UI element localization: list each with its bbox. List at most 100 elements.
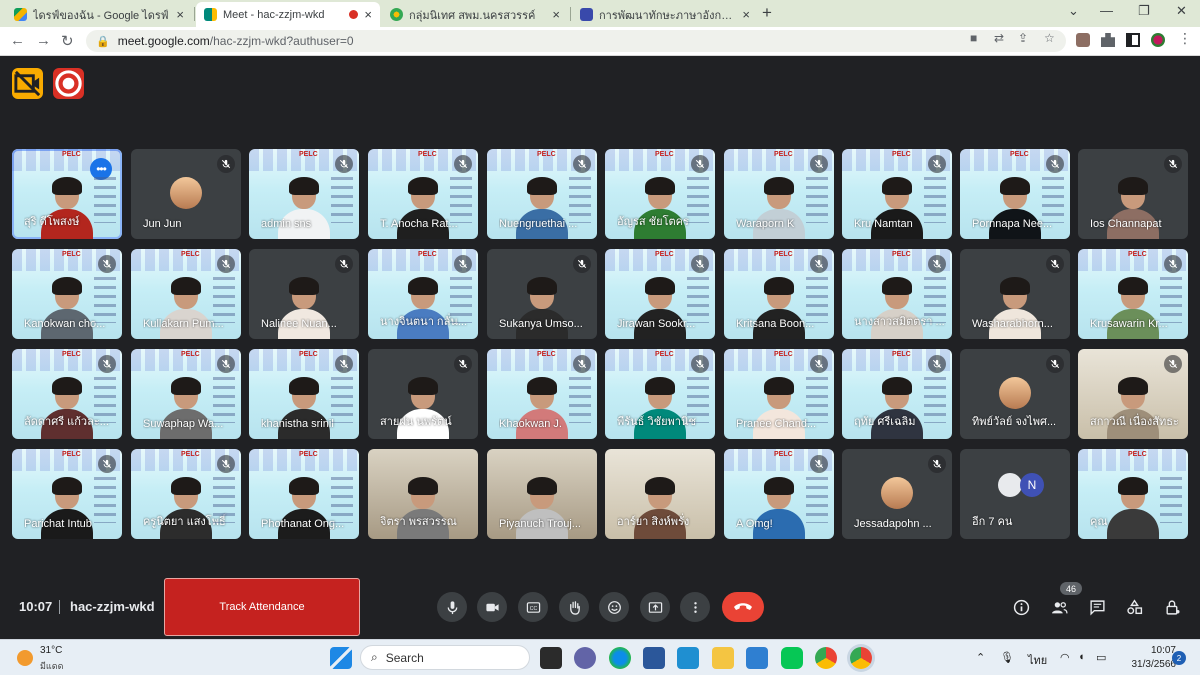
task-view-icon[interactable] — [540, 647, 562, 669]
close-tab-icon[interactable]: × — [742, 7, 750, 22]
participant-tile[interactable]: อาร์ยา สิงห์พรั่ง — [605, 449, 715, 539]
participant-tile[interactable]: PELC Phothanat Ong... — [249, 449, 359, 539]
tab-search-icon[interactable]: ⌄ — [1068, 3, 1079, 19]
participant-tile[interactable]: จิตรา พรสวรรณ — [368, 449, 478, 539]
participant-tile[interactable]: PELC นางสาวสมิตตรา ... — [842, 249, 952, 339]
raise-hand-button[interactable] — [559, 592, 589, 622]
participant-tile[interactable]: Piyanuch Trouj... — [487, 449, 597, 539]
taskbar-search-box[interactable]: ⌕ Search — [360, 645, 530, 670]
tab-google-drive[interactable]: ไดรฟ์ของฉัน - Google ไดรฟ์ × — [6, 2, 192, 27]
camera-button[interactable] — [477, 592, 507, 622]
participant-tile[interactable]: Sukanya Umso... — [487, 249, 597, 339]
wifi-icon[interactable]: ◠ — [1060, 651, 1070, 664]
word-icon[interactable] — [643, 647, 665, 669]
participant-tile[interactable]: PELC Kru Namtan — [842, 149, 952, 239]
tab-english-forms[interactable]: การพัฒนาทักษะภาษาอังกฤษ English × — [572, 2, 758, 27]
close-window-button[interactable]: ✕ — [1176, 3, 1187, 19]
microphone-button[interactable] — [437, 592, 467, 622]
close-tab-icon[interactable]: × — [364, 7, 372, 22]
participant-tile[interactable]: PELC Suwaphap Wa... — [131, 349, 241, 439]
present-screen-button[interactable] — [640, 592, 670, 622]
forward-button[interactable]: → — [36, 32, 51, 49]
participant-tile[interactable]: สายฝน นพรัตน์ — [368, 349, 478, 439]
app-l-icon[interactable] — [677, 647, 699, 669]
taskbar-date[interactable]: 31/3/2566 — [1122, 659, 1177, 670]
minimize-button[interactable]: — — [1100, 3, 1113, 18]
participant-tile[interactable]: Jun Jun — [131, 149, 241, 239]
new-tab-button[interactable]: + — [762, 3, 772, 23]
start-windows-icon[interactable] — [330, 647, 352, 669]
people-button[interactable] — [1050, 598, 1068, 616]
extensions-puzzle-icon[interactable] — [1101, 33, 1115, 47]
participant-tile[interactable]: PELC A Omg! — [724, 449, 834, 539]
participant-tile[interactable]: Washarabhorn... — [960, 249, 1070, 339]
participant-tile[interactable]: PELC Kullakarn Pum... — [131, 249, 241, 339]
host-controls-button[interactable] — [1163, 598, 1181, 616]
recording-indicator-icon[interactable] — [53, 68, 84, 99]
participant-tile[interactable]: Nalinee Nuan... — [249, 249, 359, 339]
participant-tile[interactable]: PELC ••• สุริ ดีโพสงษ์ — [12, 149, 122, 239]
participant-tile[interactable]: PELC Parichat Intub — [12, 449, 122, 539]
activities-button[interactable] — [1125, 598, 1143, 616]
file-explorer-icon[interactable] — [712, 647, 734, 669]
close-tab-icon[interactable]: × — [552, 7, 560, 22]
battery-icon[interactable]: ▭ — [1096, 651, 1106, 664]
tile-options-icon[interactable]: ••• — [90, 158, 112, 180]
lock-icon[interactable]: 🔒 — [96, 35, 110, 48]
sun-weather-icon[interactable] — [17, 650, 33, 666]
participant-tile[interactable]: PELC Nuengruethai ... — [487, 149, 597, 239]
participant-tile[interactable]: PELC T. Anocha Rat... — [368, 149, 478, 239]
weather-temperature[interactable]: 31°C — [40, 645, 62, 656]
weather-description[interactable]: มีแดด — [40, 659, 63, 673]
leave-call-button[interactable] — [722, 592, 764, 622]
emoji-reactions-button[interactable] — [599, 592, 629, 622]
line-app-icon[interactable] — [781, 647, 803, 669]
share-icon[interactable]: ⇪ — [1018, 31, 1028, 45]
extension-icon[interactable] — [1076, 33, 1090, 47]
taskbar-clock[interactable]: 10:07 — [1136, 645, 1176, 656]
close-tab-icon[interactable]: × — [176, 7, 184, 22]
show-hidden-icons-icon[interactable]: ⌃ — [976, 651, 985, 664]
restore-button[interactable]: ❐ — [1138, 3, 1150, 19]
camera-off-indicator-icon[interactable] — [12, 68, 43, 99]
chat-button[interactable] — [1088, 598, 1106, 616]
track-attendance-button[interactable]: Track Attendance — [164, 578, 360, 636]
tab-meet[interactable]: Meet - hac-zzjm-wkd × — [196, 2, 380, 27]
meeting-details-button[interactable] — [1012, 598, 1030, 616]
back-button[interactable]: ← — [10, 32, 25, 49]
participant-tile[interactable]: ทิพย์วัลย์ จงไพศ... — [960, 349, 1070, 439]
participant-tile[interactable]: Jessadapohn ... — [842, 449, 952, 539]
participant-tile[interactable]: PELC คุณ — [1078, 449, 1188, 539]
teams-chat-icon[interactable] — [574, 647, 596, 669]
translate-icon[interactable]: ⇄ — [994, 31, 1004, 45]
participant-tile[interactable]: PELC admin sns — [249, 149, 359, 239]
more-options-button[interactable] — [680, 592, 710, 622]
menu-icon[interactable]: ⋮ — [1178, 30, 1192, 47]
participant-tile[interactable]: สกาวณี เนื่องสัทธะ — [1078, 349, 1188, 439]
participant-tile[interactable]: PELC นางจินตนา กลั่น... — [368, 249, 478, 339]
chrome-active-icon[interactable] — [850, 647, 872, 669]
mail-icon[interactable] — [746, 647, 768, 669]
tab-supervision[interactable]: กลุ่มนิเทศ สพม.นครสวรรค์ × — [382, 2, 568, 27]
camera-blocked-icon[interactable]: ■ — [970, 31, 977, 45]
participant-tile[interactable]: PELC Jirawan Sookr... — [605, 249, 715, 339]
participant-tile[interactable]: PELC Khaokwan J. — [487, 349, 597, 439]
microphone-tray-icon[interactable]: 🎙 — [1000, 651, 1014, 664]
captions-button[interactable]: CC — [518, 592, 548, 622]
participant-tile[interactable]: PELC Kanokwan cho... — [12, 249, 122, 339]
participant-tile[interactable]: N อีก 7 คน — [960, 449, 1070, 539]
bookmark-star-icon[interactable]: ☆ — [1044, 31, 1055, 45]
profile-avatar[interactable] — [1151, 33, 1165, 47]
volume-icon[interactable]: ◖ — [1078, 651, 1085, 663]
input-language[interactable]: ไทย — [1028, 651, 1047, 669]
reload-button[interactable]: ↻ — [61, 32, 74, 50]
participant-tile[interactable]: PELC Waraporn K — [724, 149, 834, 239]
participant-tile[interactable]: PELC Pornnapa Nee... — [960, 149, 1070, 239]
url-field[interactable]: 🔒 meet.google.com/hac-zzjm-wkd?authuser=… — [86, 30, 1066, 52]
participant-tile[interactable]: PELC อัญรส ชัยโตคร — [605, 149, 715, 239]
participant-tile[interactable]: PELC ลัดดาศรี แก้วละ... — [12, 349, 122, 439]
participant-tile[interactable]: PELC Krusawarin Kr... — [1078, 249, 1188, 339]
edge-icon[interactable] — [609, 647, 631, 669]
participant-tile[interactable]: PELC khanistha srinil — [249, 349, 359, 439]
participant-tile[interactable]: PELC พีรันธ์ วิชัยพานิช — [605, 349, 715, 439]
